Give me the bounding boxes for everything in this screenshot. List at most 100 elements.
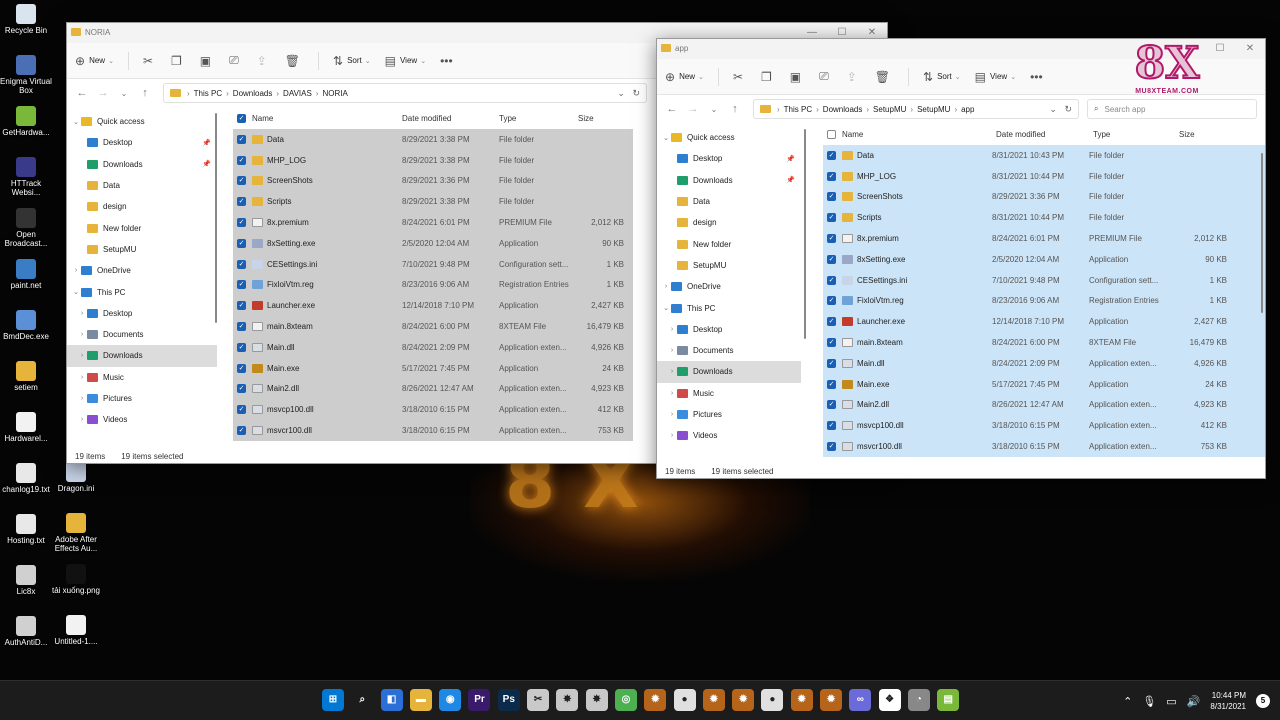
- game-icon[interactable]: ✹: [702, 689, 725, 711]
- file-row[interactable]: ✓ Main.exe 5/17/2021 7:45 PM Application 24 …: [233, 357, 633, 379]
- view-button[interactable]: ▤ View ⌄: [385, 54, 426, 68]
- column-size[interactable]: Size: [578, 114, 628, 123]
- row-checkbox[interactable]: ✓: [827, 317, 836, 327]
- tools-icon[interactable]: ✂: [527, 689, 550, 711]
- row-checkbox[interactable]: ✓: [237, 384, 246, 394]
- row-checkbox[interactable]: ✓: [237, 259, 246, 269]
- sort-button[interactable]: ⇅ Sort ⌄: [333, 54, 371, 68]
- file-row[interactable]: ✓ Launcher.exe 12/14/2018 7:10 PM Applicati…: [823, 311, 1265, 333]
- paste-button[interactable]: ▣: [200, 54, 215, 68]
- breadcrumb-item[interactable]: NORIA: [322, 89, 347, 98]
- row-checkbox[interactable]: ✓: [237, 280, 246, 290]
- close-button[interactable]: ✕: [1235, 39, 1265, 59]
- new-button[interactable]: ⊕ New ⌄: [75, 54, 114, 68]
- game-icon[interactable]: ✹: [732, 689, 755, 711]
- desktop-icon-item[interactable]: HTTrack Websi...: [0, 157, 52, 197]
- chevron-icon[interactable]: ›: [77, 331, 87, 338]
- sidebar-item[interactable]: ⌄ Quick access: [657, 127, 801, 148]
- row-checkbox[interactable]: ✓: [237, 363, 246, 373]
- row-checkbox[interactable]: ✓: [827, 421, 836, 431]
- row-checkbox[interactable]: ✓: [237, 238, 246, 248]
- desktop-icon-item[interactable]: Dragon.ini: [50, 462, 102, 493]
- sidebar-item[interactable]: Desktop 📌: [657, 148, 801, 169]
- back-arrow-icon[interactable]: ←: [73, 87, 91, 99]
- delete-button[interactable]: 🗑: [285, 54, 304, 68]
- row-checkbox[interactable]: ✓: [827, 192, 836, 202]
- file-row[interactable]: ✓ ScreenShots 8/29/2021 3:36 PM File folder: [823, 186, 1265, 208]
- breadcrumb-item[interactable]: Downloads: [233, 89, 273, 98]
- chevron-icon[interactable]: ⌄: [71, 288, 81, 296]
- desktop-icon-item[interactable]: tải xuống.png: [50, 564, 102, 595]
- row-checkbox[interactable]: ✓: [827, 213, 836, 223]
- sidebar-item[interactable]: › Videos: [67, 409, 217, 430]
- list-scrollbar[interactable]: [1261, 153, 1263, 313]
- sidebar-item[interactable]: › Desktop: [657, 319, 801, 340]
- file-row[interactable]: ✓ msvcp100.dll 3/18/2010 6:15 PM Applicatio…: [823, 415, 1265, 437]
- breadcrumb-item[interactable]: SetupMU: [917, 105, 950, 114]
- sidebar-scrollbar[interactable]: [215, 113, 217, 323]
- notepad-icon[interactable]: ▤: [937, 689, 960, 711]
- sidebar-item[interactable]: › OneDrive: [67, 260, 217, 281]
- sidebar-item[interactable]: Desktop 📌: [67, 132, 217, 153]
- file-row[interactable]: ✓ main.8xteam 8/24/2021 6:00 PM 8XTEAM File…: [233, 316, 633, 337]
- chevron-icon[interactable]: ⌄: [661, 304, 671, 312]
- sidebar-item[interactable]: SetupMU: [67, 239, 217, 260]
- copy-button[interactable]: ❐: [171, 54, 186, 68]
- breadcrumb-item[interactable]: SetupMU: [873, 105, 906, 114]
- sidebar-item[interactable]: › Downloads: [657, 361, 801, 383]
- up-arrow-icon[interactable]: ↑: [136, 87, 154, 99]
- row-checkbox[interactable]: ✓: [237, 301, 246, 311]
- recent-chevron-icon[interactable]: ⌄: [115, 89, 133, 98]
- 8x-icon[interactable]: ✸: [556, 689, 579, 711]
- address-bar[interactable]: › This PC › Downloads › DAVIAS › NORIA ⌄ ↻: [163, 83, 647, 103]
- chevron-icon[interactable]: ›: [667, 390, 677, 397]
- sidebar-item[interactable]: › OneDrive: [657, 276, 801, 297]
- file-row[interactable]: ✓ Main2.dll 8/26/2021 12:47 AM Application …: [823, 394, 1265, 416]
- app-icon[interactable]: ◎: [614, 689, 637, 711]
- column-size[interactable]: Size: [1179, 130, 1219, 139]
- file-row[interactable]: ✓ Scripts 8/31/2021 10:44 PM File folder: [823, 207, 1265, 229]
- breadcrumb-item[interactable]: Downloads: [823, 105, 863, 114]
- sidebar-item[interactable]: New folder: [67, 217, 217, 238]
- desktop-icon-item[interactable]: BmdDec.exe: [0, 310, 52, 341]
- sidebar-item[interactable]: design: [67, 196, 217, 217]
- sidebar-item[interactable]: Data: [67, 175, 217, 196]
- sidebar-item[interactable]: › Music: [657, 383, 801, 404]
- file-row[interactable]: ✓ Launcher.exe 12/14/2018 7:10 PM Applicati…: [233, 295, 633, 317]
- forward-arrow-icon[interactable]: →: [94, 87, 112, 99]
- file-row[interactable]: ✓ 8xSetting.exe 2/5/2020 12:04 AM Applicati…: [233, 232, 633, 254]
- share-button[interactable]: ⇪: [257, 54, 271, 68]
- file-row[interactable]: ✓ Scripts 8/29/2021 3:38 PM File folder: [233, 191, 633, 213]
- row-checkbox[interactable]: ✓: [827, 338, 836, 348]
- row-checkbox[interactable]: ✓: [237, 134, 246, 144]
- cut-button[interactable]: ✂: [733, 70, 747, 84]
- select-all-checkbox[interactable]: ✓: [237, 113, 246, 123]
- desktop-icon-item[interactable]: Enigma Virtual Box: [0, 55, 52, 95]
- file-row[interactable]: ✓ Data 8/31/2021 10:43 PM File folder: [823, 145, 1265, 166]
- desktop-icon-item[interactable]: Hardwarel...: [0, 412, 52, 443]
- row-checkbox[interactable]: ✓: [237, 342, 246, 352]
- row-checkbox[interactable]: ✓: [237, 405, 246, 415]
- rename-button[interactable]: ⎚: [229, 53, 243, 68]
- file-row[interactable]: ✓ CESettings.ini 7/10/2021 9:48 PM Configur…: [233, 253, 633, 275]
- desktop-icon-item[interactable]: Recycle Bin: [0, 4, 52, 35]
- breadcrumb-item[interactable]: This PC: [784, 105, 812, 114]
- chevron-icon[interactable]: ›: [667, 411, 677, 418]
- photoshop-icon[interactable]: Ps: [497, 689, 520, 711]
- link-icon[interactable]: ∞: [849, 689, 872, 711]
- row-checkbox[interactable]: ✓: [827, 358, 836, 368]
- premiere-icon[interactable]: Pr: [468, 689, 491, 711]
- chevron-icon[interactable]: ›: [667, 347, 677, 354]
- maximize-button[interactable]: ☐: [1205, 39, 1235, 59]
- media-icon[interactable]: ●: [761, 689, 784, 711]
- file-row[interactable]: ✓ CESettings.ini 7/10/2021 9:48 PM Configur…: [823, 269, 1265, 291]
- recent-chevron-icon[interactable]: ⌄: [705, 105, 723, 114]
- file-row[interactable]: ✓ Data 8/29/2021 3:38 PM File folder: [233, 129, 633, 150]
- copy-button[interactable]: ❐: [761, 70, 776, 84]
- row-checkbox[interactable]: ✓: [237, 426, 246, 436]
- file-row[interactable]: ✓ Main2.dll 8/26/2021 12:47 AM Application …: [233, 378, 633, 400]
- file-row[interactable]: ✓ Main.dll 8/24/2021 2:09 PM Application ex…: [823, 352, 1265, 374]
- file-row[interactable]: ✓ MHP_LOG 8/29/2021 3:38 PM File folder: [233, 149, 633, 171]
- address-bar[interactable]: › This PC › Downloads › SetupMU › SetupMU › app ⌄ …: [753, 99, 1079, 119]
- chevron-icon[interactable]: ⌄: [71, 118, 81, 126]
